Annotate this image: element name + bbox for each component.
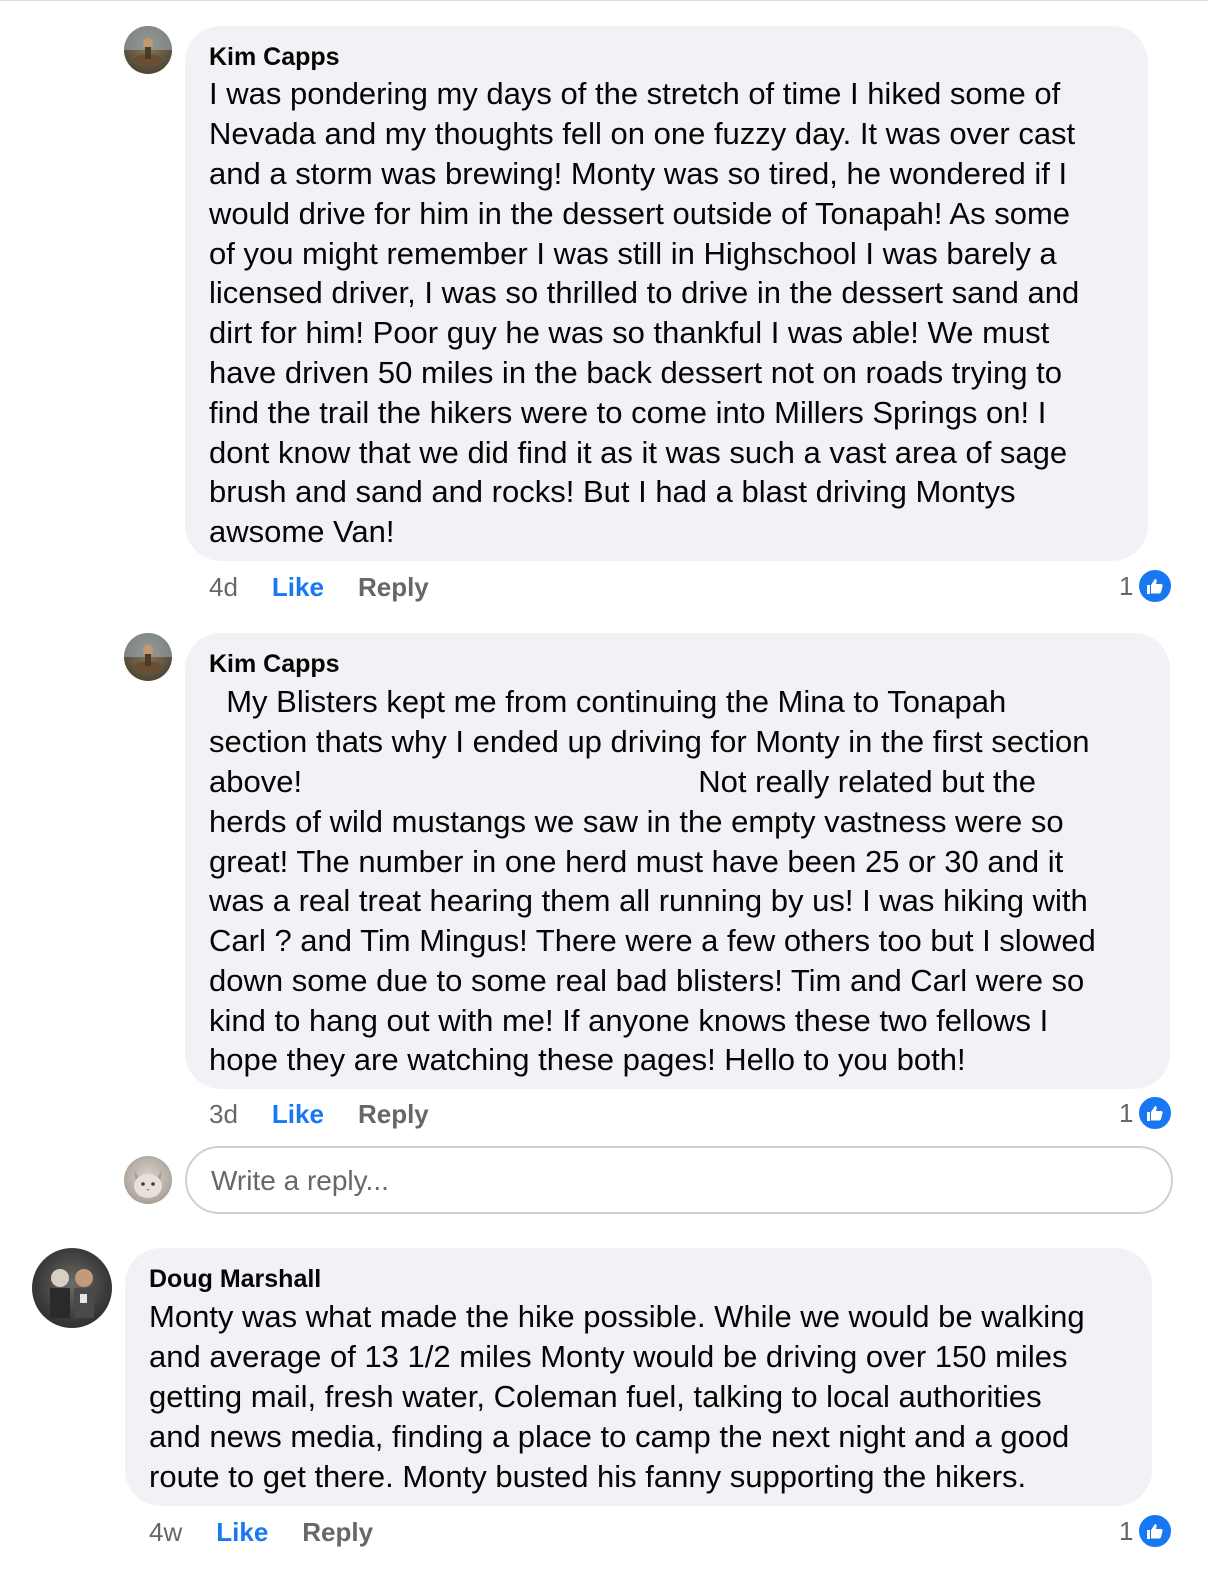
like-button[interactable]: Like [272, 1099, 324, 1129]
current-user-avatar[interactable] [124, 1156, 172, 1204]
comment-text-line: I was pondering my days of the stretch o… [209, 76, 1061, 111]
avatar[interactable] [124, 633, 172, 681]
avatar-photo-icon [124, 26, 172, 66]
comment-text-line: section thats why I ended up driving for… [209, 724, 1090, 759]
reply-input[interactable] [209, 1158, 1113, 1204]
comment-text-line: kind to hang out with me! If anyone know… [209, 1003, 1049, 1038]
comment-text-line: find the trail the hikers were to come i… [209, 395, 1047, 430]
top-divider [0, 0, 1208, 1]
comment-text-line: was a real treat hearing them all runnin… [209, 883, 1088, 918]
comment-text-line: getting mail, fresh water, Coleman fuel,… [149, 1379, 1042, 1414]
comment-text-line: brush and sand and rocks! But I had a bl… [209, 474, 1016, 509]
like-button[interactable]: Like [272, 572, 324, 602]
comment-actions: 3d Like Reply [209, 1099, 429, 1129]
reaction-count: 1 [1119, 1097, 1134, 1128]
reaction-count: 1 [1119, 1515, 1134, 1546]
comment-text-line: herds of wild mustangs we saw in the emp… [209, 804, 1064, 839]
comment-text-line: Monty was what made the hike possible. W… [149, 1299, 1085, 1334]
comment-text-line: awsome Van! [209, 514, 395, 549]
comment-text-line: great! The number in one herd must have … [209, 844, 1064, 879]
reaction-count: 1 [1119, 570, 1134, 601]
comment-text-line: hope they are watching these pages! Hell… [209, 1042, 966, 1077]
comment-text-line: down some due to some real bad blisters!… [209, 963, 1085, 998]
comment-author[interactable]: Kim Capps [209, 649, 340, 679]
like-icon [1137, 1095, 1174, 1131]
reply-button[interactable]: Reply [358, 572, 429, 602]
comment-text-line: Carl ? and Tim Mingus! There were a few … [209, 923, 1096, 958]
like-icon [1137, 1513, 1174, 1549]
reaction-summary[interactable]: 1 [1119, 568, 1174, 604]
reply-field[interactable] [185, 1146, 1173, 1214]
comment-text-line: My Blisters kept me from continuing the … [209, 684, 1007, 719]
comment-actions: 4w Like Reply [149, 1517, 373, 1547]
comment-text-line: route to get there. Monty busted his fan… [149, 1459, 1027, 1494]
comment-text-line: and average of 13 1/2 miles Monty would … [149, 1339, 1068, 1374]
comment-timestamp[interactable]: 3d [209, 1099, 238, 1129]
reaction-summary[interactable]: 1 [1119, 1513, 1174, 1549]
like-button[interactable]: Like [216, 1517, 268, 1547]
like-icon [1137, 568, 1174, 604]
comment-text-line: above! Not really related but the [209, 764, 1037, 799]
cat-avatar-icon [134, 1170, 162, 1198]
comment-actions: 4d Like Reply [209, 572, 429, 602]
comment-text-line: of you might remember I was still in Hig… [209, 236, 1057, 271]
comment-timestamp[interactable]: 4d [209, 572, 238, 602]
comment-text-line: dirt for him! Poor guy he was so thankfu… [209, 315, 1050, 350]
comment-timestamp[interactable]: 4w [149, 1517, 182, 1547]
avatar[interactable] [32, 1248, 112, 1328]
comment-text-line: dont know that we did find it as it was … [209, 435, 1068, 470]
avatar[interactable] [124, 26, 172, 74]
reaction-summary[interactable]: 1 [1119, 1095, 1174, 1131]
comment-text-line: have driven 50 miles in the back dessert… [209, 355, 1062, 390]
comment-text-line: would drive for him in the dessert outsi… [209, 196, 1071, 231]
comment-text-line: licensed driver, I was so thrilled to dr… [209, 275, 1080, 310]
comment-text-line: Nevada and my thoughts fell on one fuzzy… [209, 116, 1076, 151]
comment-text-line: and a storm was brewing! Monty was so ti… [209, 156, 1068, 191]
avatar-photo-icon [50, 1269, 94, 1318]
avatar-photo-icon [124, 633, 172, 673]
reply-button[interactable]: Reply [358, 1099, 429, 1129]
comment-author[interactable]: Kim Capps [209, 42, 340, 72]
reply-button[interactable]: Reply [302, 1517, 373, 1547]
comment-author[interactable]: Doug Marshall [149, 1264, 321, 1294]
comment-text-line: and news media, finding a place to camp … [149, 1419, 1070, 1454]
